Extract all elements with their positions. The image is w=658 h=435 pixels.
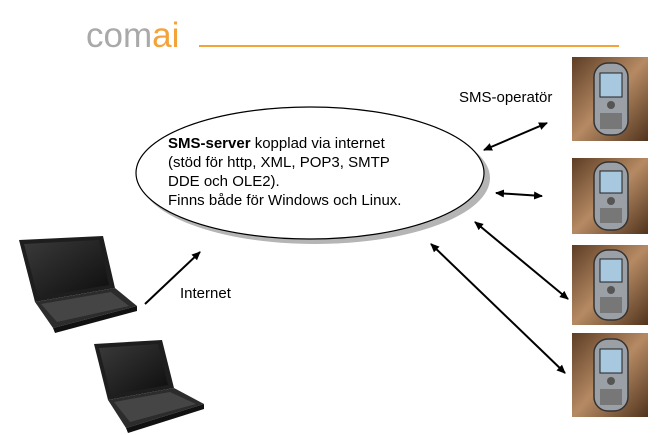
mobile-phone-icon — [572, 333, 648, 417]
arrow-phone-4 — [430, 243, 566, 374]
server-line-3: Finns både för Windows och Linux. — [168, 192, 402, 209]
diagram-canvas — [19, 57, 648, 433]
label-internet: Internet — [180, 285, 231, 302]
server-title-bold: SMS-server — [168, 135, 251, 152]
arrow-phone-2 — [495, 189, 543, 200]
label-sms-operator: SMS-operatör — [459, 89, 553, 106]
mobile-phone-icon — [572, 57, 648, 141]
server-line-2: DDE och OLE2). — [168, 173, 280, 190]
server-description: SMS-server kopplad via internet (stöd fö… — [168, 134, 468, 210]
arrow-phone-3 — [474, 221, 569, 300]
mobile-phone-icon — [572, 158, 648, 234]
arrow-phone-1 — [483, 122, 548, 151]
server-title-rest: kopplad via internet — [250, 135, 385, 152]
server-title-line: SMS-server kopplad via internet — [168, 134, 468, 153]
laptop-icon — [94, 340, 204, 433]
laptop-icon — [19, 236, 137, 333]
server-line-1: (stöd för http, XML, POP3, SMTP — [168, 154, 390, 171]
mobile-phone-icon — [572, 245, 648, 325]
